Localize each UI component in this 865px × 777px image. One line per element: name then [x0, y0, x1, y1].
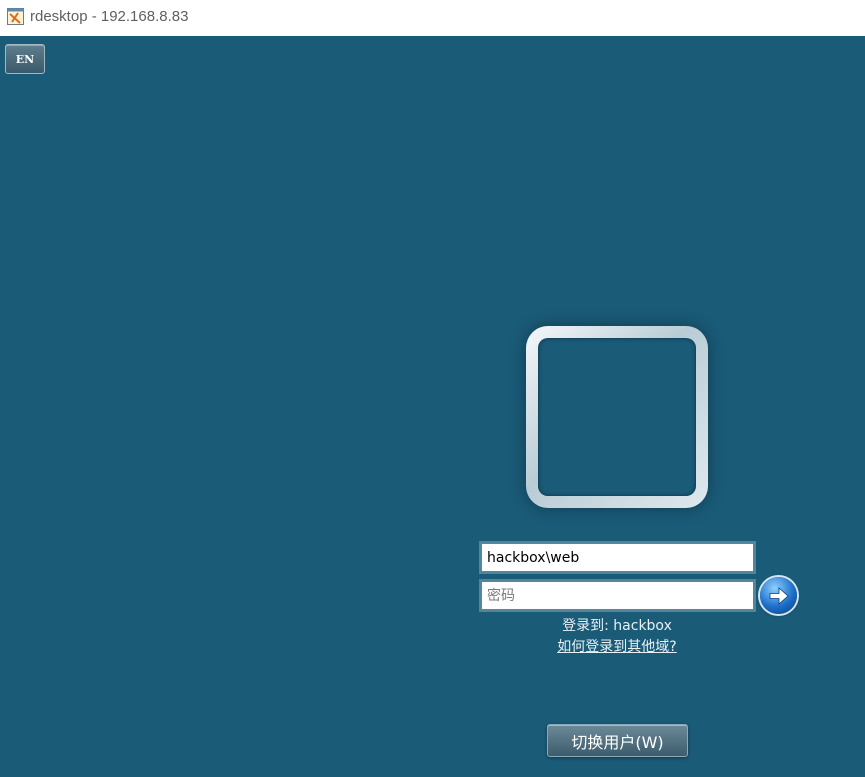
user-tile-image — [538, 338, 696, 496]
user-tile-frame — [526, 326, 708, 508]
other-domain-help-link[interactable]: 如何登录到其他域? — [480, 636, 754, 656]
arrow-right-icon — [769, 586, 789, 605]
username-input[interactable] — [481, 543, 754, 572]
switch-user-button[interactable]: 切换用户(W) — [547, 724, 688, 757]
language-indicator-button[interactable]: EN — [5, 44, 45, 74]
window-titlebar: rdesktop - 192.168.8.83 — [0, 0, 865, 36]
rdesktop-app-icon — [7, 8, 24, 25]
window-title: rdesktop - 192.168.8.83 — [30, 8, 189, 25]
domain-label: 登录到: hackbox — [562, 618, 672, 634]
login-screen: EN 登录到: hackbox 如何登录到其他域? 切换用户(W) — [0, 36, 865, 777]
password-input[interactable] — [481, 581, 754, 610]
submit-login-button[interactable] — [760, 577, 797, 614]
